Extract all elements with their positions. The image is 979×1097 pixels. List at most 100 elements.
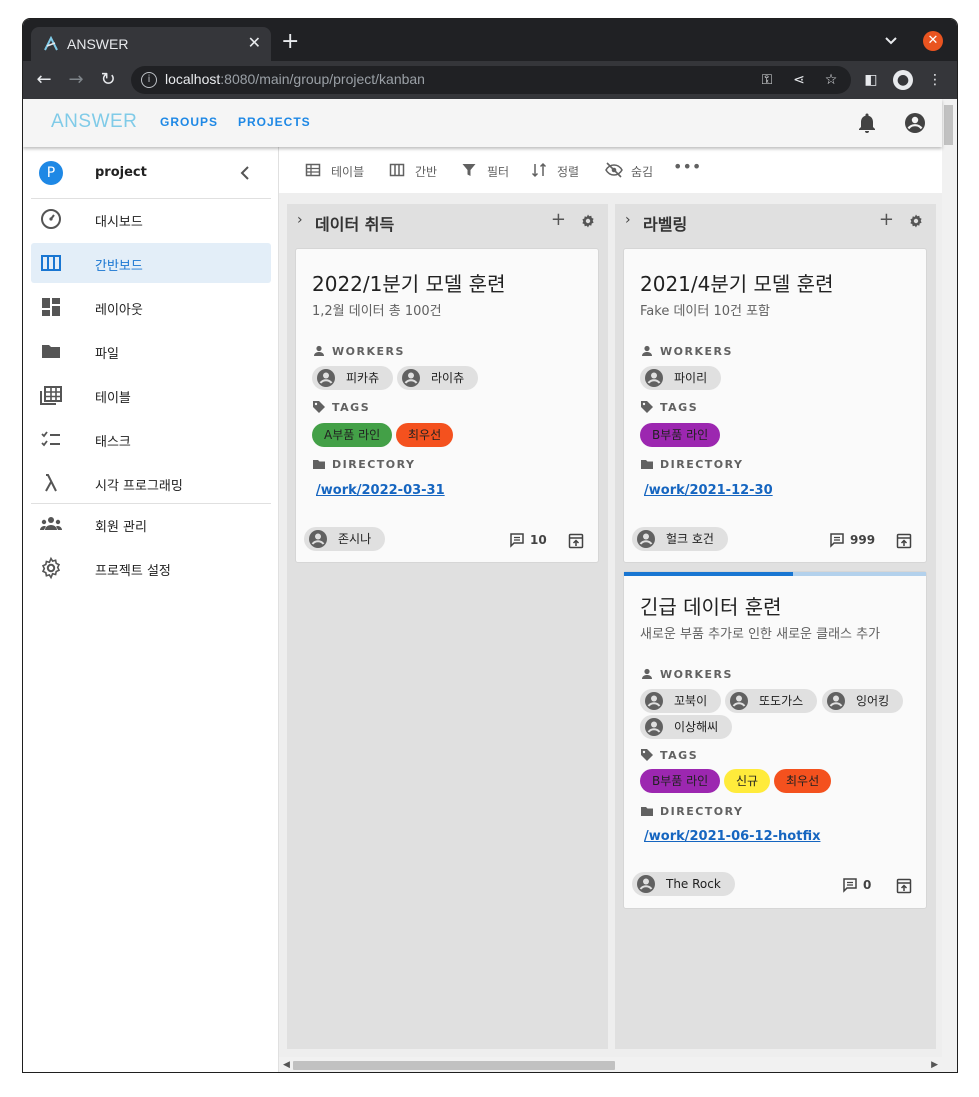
add-card-icon[interactable]: +	[551, 209, 566, 230]
nav-projects-link[interactable]: PROJECTS	[238, 115, 311, 129]
visibility-off-icon	[605, 162, 623, 178]
worker-chip[interactable]: 또도가스	[725, 689, 818, 713]
card-progress-bar	[624, 572, 926, 576]
window-close-icon[interactable]: ✕	[923, 31, 943, 51]
horizontal-scrollbar-thumb[interactable]	[293, 1061, 615, 1070]
address-bar[interactable]: i localhost:8080/main/group/project/kanb…	[131, 66, 851, 94]
side-panel-icon[interactable]: ◧	[861, 70, 881, 90]
kanban-column: › 데이터 취득 + 2022/1분기 모델 훈련 1,2월 데이터 총 100…	[287, 204, 608, 1049]
open-card-icon[interactable]	[896, 533, 912, 549]
folder-icon	[641, 807, 653, 816]
profile-icon[interactable]: ●	[893, 70, 913, 90]
account-circle-icon	[402, 369, 420, 387]
new-tab-icon[interactable]: +	[281, 27, 299, 57]
horizontal-scrollbar[interactable]: ◀ ▶	[279, 1057, 942, 1072]
worker-chip[interactable]: 이상해씨	[640, 715, 733, 739]
reload-icon[interactable]: ↻	[97, 69, 119, 91]
sidebar: P project 대시보드 간반보드 레이아웃 파일 테이블 태스크 시각 프…	[23, 147, 279, 1072]
site-info-icon[interactable]: i	[141, 72, 157, 88]
directory-link[interactable]: /work/2022-03-31	[316, 483, 445, 498]
app-root: ANSWER GROUPS PROJECTS P project 대시보드 간반…	[23, 99, 957, 1072]
owner-chip[interactable]: 헐크 호건	[632, 527, 728, 551]
sidebar-item-table[interactable]: 테이블	[31, 375, 271, 415]
account-circle-icon	[637, 530, 655, 548]
chevron-right-icon[interactable]: ›	[625, 212, 631, 228]
card-title: 긴급 데이터 훈련	[640, 595, 782, 619]
vertical-scrollbar[interactable]	[940, 99, 957, 1072]
comment-icon[interactable]	[842, 877, 858, 893]
account-circle-icon	[309, 530, 327, 548]
owner-chip[interactable]: 존시나	[304, 527, 386, 551]
app-logo[interactable]: ANSWER	[51, 111, 137, 133]
sidebar-item-layout[interactable]: 레이아웃	[31, 287, 271, 327]
kanban-icon	[41, 255, 61, 271]
card-progress-fill	[624, 572, 794, 576]
star-icon[interactable]: ☆	[823, 72, 839, 88]
kanban-card[interactable]: 2021/4분기 모델 훈련 Fake 데이터 10건 포함 WORKERS 파…	[623, 248, 927, 563]
back-arrow-icon[interactable]: ←	[33, 69, 55, 91]
tag-chip[interactable]: 최우선	[774, 769, 832, 793]
kanban-card[interactable]: 2022/1분기 모델 훈련 1,2월 데이터 총 100건 WORKERS 피…	[295, 248, 599, 563]
folder-icon	[42, 345, 60, 358]
chevron-down-icon[interactable]	[883, 32, 899, 48]
comment-icon[interactable]	[509, 532, 525, 548]
owner-chip[interactable]: The Rock	[632, 872, 735, 896]
add-card-icon[interactable]: +	[879, 209, 894, 230]
sidebar-item-label: 레이아웃	[95, 303, 143, 318]
column-title: 데이터 취득	[315, 215, 395, 234]
worker-chip[interactable]: 라이츄	[397, 366, 479, 390]
sidebar-item-tasks[interactable]: 태스크	[31, 419, 271, 459]
more-horiz-icon[interactable]: •••	[673, 157, 701, 177]
tag-chip[interactable]: 신규	[724, 769, 771, 793]
account-circle-icon	[730, 692, 748, 710]
sidebar-item-dashboard[interactable]: 대시보드	[31, 199, 271, 239]
card-subtitle: Fake 데이터 10건 포함	[640, 304, 771, 319]
sidebar-item-members[interactable]: 회원 관리	[31, 504, 271, 544]
forward-arrow-icon[interactable]: →	[65, 69, 87, 91]
open-card-icon[interactable]	[568, 533, 584, 549]
chevron-left-icon[interactable]	[236, 163, 256, 183]
chevron-right-icon[interactable]: ›	[297, 212, 303, 228]
kanban-card[interactable]: 긴급 데이터 훈련 새로운 부품 추가로 인한 새로운 클래스 추가 WORKE…	[623, 571, 927, 909]
directory-link[interactable]: /work/2021-12-30	[644, 483, 773, 498]
column-header: › 라벨링 +	[615, 204, 936, 238]
person-icon	[642, 668, 652, 679]
open-card-icon[interactable]	[896, 878, 912, 894]
tab-strip: ANSWER ✕ + ✕	[23, 19, 957, 61]
layout-icon	[42, 298, 60, 316]
sidebar-item-files[interactable]: 파일	[31, 331, 271, 371]
worker-chip[interactable]: 잉어킹	[822, 689, 904, 713]
worker-chip[interactable]: 피카츄	[312, 366, 394, 390]
table-view-icon	[305, 163, 321, 177]
share-icon[interactable]: ⋖	[791, 72, 807, 88]
browser-tab[interactable]: ANSWER ✕	[31, 27, 271, 61]
key-icon[interactable]: ⚿	[759, 72, 775, 88]
comment-icon[interactable]	[829, 532, 845, 548]
tab-title: ANSWER	[67, 36, 129, 52]
sidebar-item-kanban[interactable]: 간반보드	[31, 243, 271, 283]
worker-chip[interactable]: 파이리	[640, 366, 722, 390]
sidebar-item-visual-programming[interactable]: 시각 프로그래밍	[31, 463, 271, 503]
sidebar-item-label: 시각 프로그래밍	[95, 479, 183, 494]
tag-chip[interactable]: 최우선	[396, 423, 454, 447]
worker-chip[interactable]: 꼬북이	[640, 689, 722, 713]
members-icon	[40, 517, 62, 530]
answer-favicon-icon	[44, 36, 58, 51]
person-icon	[642, 345, 652, 356]
bell-icon[interactable]	[855, 111, 879, 135]
gear-icon[interactable]	[908, 213, 924, 229]
directory-link[interactable]: /work/2021-06-12-hotfix	[644, 829, 820, 844]
nav-groups-link[interactable]: GROUPS	[160, 115, 218, 129]
tag-icon	[641, 749, 653, 761]
tab-close-icon[interactable]: ✕	[248, 33, 261, 52]
project-avatar: P	[39, 161, 63, 185]
sidebar-item-project-settings[interactable]: 프로젝트 설정	[31, 548, 271, 588]
tag-chip[interactable]: B부품 라인	[640, 423, 721, 447]
tag-chip[interactable]: B부품 라인	[640, 769, 721, 793]
sidebar-item-label: 파일	[95, 347, 119, 362]
account-circle-icon[interactable]	[903, 111, 927, 135]
gear-icon[interactable]	[580, 213, 596, 229]
card-title: 2022/1분기 모델 훈련	[312, 272, 506, 296]
more-vert-icon[interactable]: ⋮	[925, 70, 945, 90]
tag-chip[interactable]: A부품 라인	[312, 423, 393, 447]
